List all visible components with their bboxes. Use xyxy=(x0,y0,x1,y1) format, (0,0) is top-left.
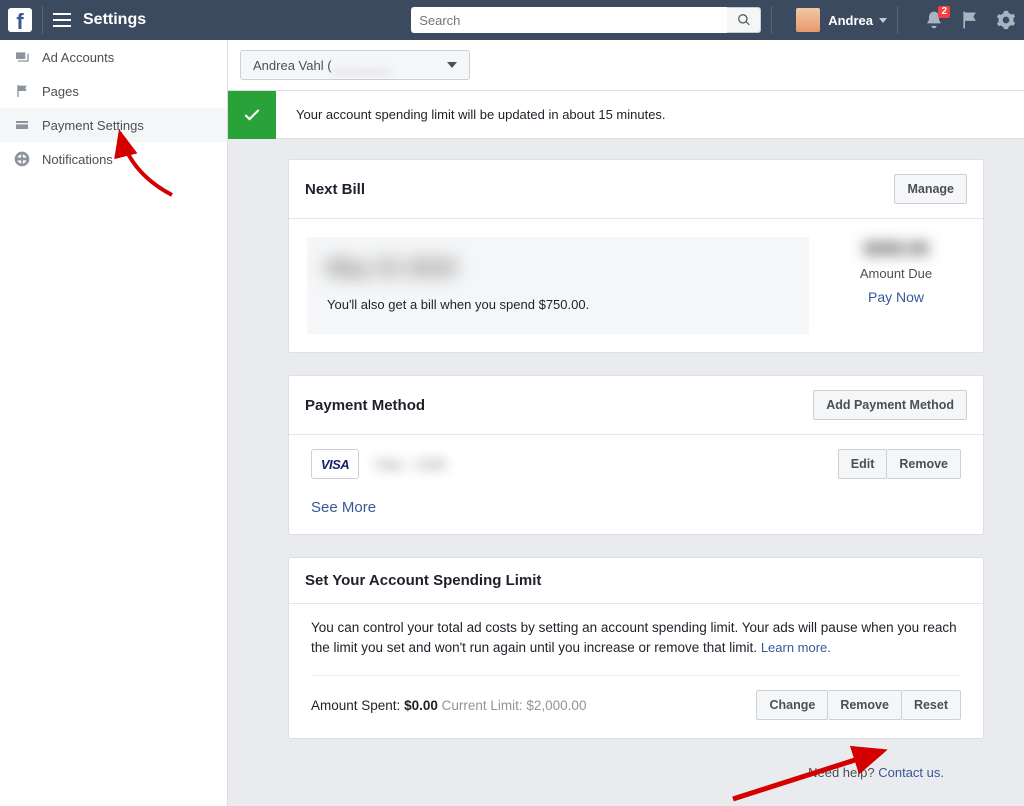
notifications-button[interactable]: 2 xyxy=(924,10,944,30)
divider xyxy=(771,6,772,34)
search-input[interactable] xyxy=(411,7,727,33)
amount-due-redacted: $999.99 xyxy=(823,239,969,260)
sidebar-item-label: Pages xyxy=(42,84,79,99)
check-icon xyxy=(242,105,262,125)
sidebar-item-label: Notifications xyxy=(42,152,113,167)
sidebar-item-label: Payment Settings xyxy=(42,118,144,133)
card-number-redacted: Visa · 1234 xyxy=(375,456,446,472)
notification-badge: 2 xyxy=(938,6,950,18)
sidebar-item-ad-accounts[interactable]: Ad Accounts xyxy=(0,40,227,74)
user-avatar[interactable] xyxy=(796,8,820,32)
pay-now-link[interactable]: Pay Now xyxy=(823,289,969,305)
gear-icon xyxy=(996,10,1016,30)
edit-payment-button[interactable]: Edit xyxy=(838,449,888,479)
hamburger-menu-icon[interactable] xyxy=(53,13,71,27)
help-button[interactable] xyxy=(960,10,980,30)
help-line: Need help? Contact us. xyxy=(288,761,984,780)
add-payment-method-button[interactable]: Add Payment Method xyxy=(813,390,967,420)
globe-icon xyxy=(14,151,30,167)
sidebar-item-payment-settings[interactable]: Payment Settings xyxy=(0,108,227,142)
facebook-logo[interactable]: f xyxy=(8,8,32,32)
top-nav-bar: f Settings Andrea 2 Se xyxy=(0,0,1024,40)
search-icon xyxy=(737,13,751,27)
search-button[interactable] xyxy=(727,7,761,33)
payment-method-card: Payment Method Add Payment Method VISA V… xyxy=(288,375,984,535)
reset-limit-button[interactable]: Reset xyxy=(902,690,961,720)
credit-card-icon xyxy=(14,117,30,133)
card-title: Next Bill xyxy=(305,181,365,198)
flag-icon xyxy=(960,10,980,30)
next-bill-summary: May 31 2019 You'll also get a bill when … xyxy=(307,237,809,334)
notice-text: Your account spending limit will be upda… xyxy=(276,107,686,122)
account-id-redacted: ________ xyxy=(334,58,392,73)
divider xyxy=(311,675,961,676)
remove-limit-button[interactable]: Remove xyxy=(828,690,902,720)
manage-button[interactable]: Manage xyxy=(894,174,967,204)
spending-values: Amount Spent: $0.00 Current Limit: $2,00… xyxy=(311,698,586,713)
see-more-link[interactable]: See More xyxy=(311,499,376,516)
divider xyxy=(897,6,898,34)
sidebar: Ad Accounts Pages Payment Settings Notif… xyxy=(0,40,228,806)
sidebar-item-notifications[interactable]: Notifications xyxy=(0,142,227,176)
search-box xyxy=(411,7,761,33)
spending-limit-card: Set Your Account Spending Limit You can … xyxy=(288,557,984,739)
amount-due-label: Amount Due xyxy=(823,266,969,281)
account-selector[interactable]: Andrea Vahl ( ________ xyxy=(240,50,470,80)
visa-card-icon: VISA xyxy=(311,449,359,479)
notice-banner: Your account spending limit will be upda… xyxy=(228,91,1024,139)
caret-down-icon[interactable] xyxy=(879,18,887,23)
settings-button[interactable] xyxy=(996,10,1016,30)
remove-payment-button[interactable]: Remove xyxy=(887,449,961,479)
flag-icon xyxy=(14,83,30,99)
accounts-icon xyxy=(14,49,30,65)
learn-more-link[interactable]: Learn more. xyxy=(761,640,831,655)
username[interactable]: Andrea xyxy=(828,13,873,28)
card-title: Set Your Account Spending Limit xyxy=(305,572,541,589)
sidebar-item-label: Ad Accounts xyxy=(42,50,114,65)
bill-date-redacted: May 31 2019 xyxy=(327,255,789,281)
sidebar-item-pages[interactable]: Pages xyxy=(0,74,227,108)
success-indicator xyxy=(228,91,276,139)
main-content: Andrea Vahl ( ________ Your account spen… xyxy=(228,40,1024,806)
caret-down-icon xyxy=(447,62,457,68)
spending-description: You can control your total ad costs by s… xyxy=(311,618,961,657)
bill-threshold-note: You'll also get a bill when you spend $7… xyxy=(327,297,789,312)
card-title: Payment Method xyxy=(305,397,425,414)
divider xyxy=(42,6,43,34)
account-name-prefix: Andrea Vahl ( xyxy=(253,58,332,73)
next-bill-card: Next Bill Manage May 31 2019 You'll also… xyxy=(288,159,984,353)
contact-us-link[interactable]: Contact us. xyxy=(878,765,944,780)
change-limit-button[interactable]: Change xyxy=(756,690,828,720)
account-bar: Andrea Vahl ( ________ xyxy=(228,40,1024,91)
page-title: Settings xyxy=(83,11,146,29)
